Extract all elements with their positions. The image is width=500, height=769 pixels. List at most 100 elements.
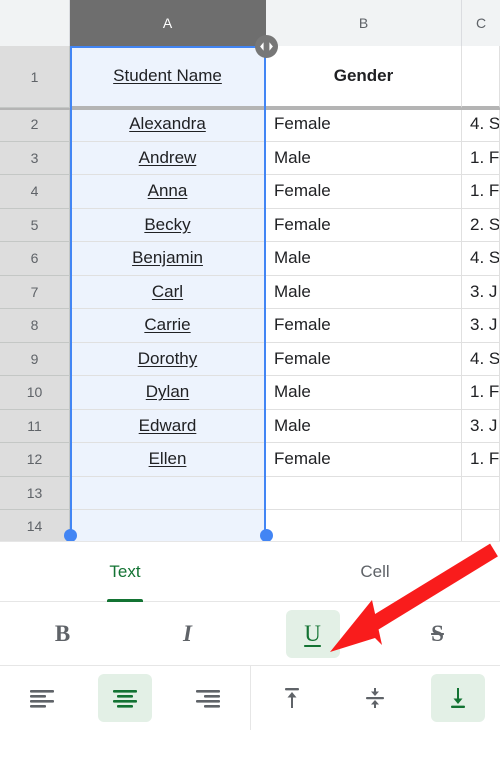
cell-C2[interactable]: 4. S <box>462 108 500 142</box>
cell-text: Male <box>274 248 311 268</box>
cell-A9[interactable]: Dorothy <box>70 342 266 376</box>
align-right-icon <box>195 688 221 708</box>
spreadsheet-grid[interactable]: A B C 1 Student Name Gender 2 Alexandra Femal… <box>0 0 500 541</box>
cell-B13[interactable] <box>266 476 462 510</box>
cell-B5[interactable]: Female <box>266 208 462 242</box>
cell-B12[interactable]: Female <box>266 443 462 477</box>
cell-B8[interactable]: Female <box>266 309 462 343</box>
row-header[interactable]: 12 <box>0 443 70 477</box>
row-header[interactable]: 14 <box>0 510 70 541</box>
align-center-button[interactable] <box>97 674 152 722</box>
cell-A3[interactable]: Andrew <box>70 141 266 175</box>
row-header-label: 7 <box>30 283 39 300</box>
column-header-a[interactable]: A <box>70 0 266 46</box>
align-left-icon <box>29 688 55 708</box>
cell-B1[interactable]: Gender <box>266 46 462 108</box>
row-header-label: 9 <box>30 350 39 367</box>
cell-text: Alexandra <box>129 114 206 134</box>
text-style-row: B I U S <box>0 602 500 666</box>
cell-B9[interactable]: Female <box>266 342 462 376</box>
column-header-band: A B C <box>0 0 500 46</box>
cell-A7[interactable]: Carl <box>70 275 266 309</box>
cell-text: Edward <box>138 415 197 435</box>
cell-B2[interactable]: Female <box>266 108 462 142</box>
selection-handle-right[interactable] <box>260 529 273 541</box>
cell-C7[interactable]: 3. J <box>462 275 500 309</box>
resize-columns-icon[interactable] <box>255 35 278 58</box>
vertical-align-group <box>249 666 500 730</box>
cell-C11[interactable]: 3. J <box>462 409 500 443</box>
cell-C4[interactable]: 1. F <box>462 175 500 209</box>
cell-text: Male <box>274 415 311 435</box>
cell-C3[interactable]: 1. F <box>462 141 500 175</box>
cell-C12[interactable]: 1. F <box>462 443 500 477</box>
strikethrough-button[interactable]: S <box>411 610 465 658</box>
cell-C6[interactable]: 4. S <box>462 242 500 276</box>
align-right-button[interactable] <box>181 674 235 722</box>
cell-B6[interactable]: Male <box>266 242 462 276</box>
italic-button[interactable]: I <box>161 610 215 658</box>
row-header[interactable]: 4 <box>0 175 70 209</box>
bold-button[interactable]: B <box>36 610 90 658</box>
cell-text: Female <box>274 181 331 201</box>
align-middle-button[interactable] <box>348 674 402 722</box>
cell-B10[interactable]: Male <box>266 376 462 410</box>
row-header[interactable]: 9 <box>0 342 70 376</box>
cell-text: Female <box>274 449 331 469</box>
cell-A6[interactable]: Benjamin <box>70 242 266 276</box>
cell-C1[interactable] <box>462 46 500 108</box>
cell-A4[interactable]: Anna <box>70 175 266 209</box>
row-header[interactable]: 6 <box>0 242 70 276</box>
row-header-label: 13 <box>26 484 43 501</box>
row-header-label: 10 <box>26 384 43 401</box>
cell-C8[interactable]: 3. J <box>462 309 500 343</box>
cell-text: Anna <box>147 181 188 201</box>
cell-C13[interactable] <box>462 476 500 510</box>
row-header[interactable]: 7 <box>0 275 70 309</box>
cell-A5[interactable]: Becky <box>70 208 266 242</box>
align-bottom-button[interactable] <box>431 674 486 722</box>
cell-B11[interactable]: Male <box>266 409 462 443</box>
cell-B14[interactable] <box>266 510 462 541</box>
row-header[interactable]: 8 <box>0 309 70 343</box>
row-header[interactable]: 3 <box>0 141 70 175</box>
cell-A11[interactable]: Edward <box>70 409 266 443</box>
cell-text: Male <box>274 281 311 301</box>
row-header-label: 14 <box>26 518 43 535</box>
cell-A10[interactable]: Dylan <box>70 376 266 410</box>
cell-B3[interactable]: Male <box>266 141 462 175</box>
cell-A8[interactable]: Carrie <box>70 309 266 343</box>
cell-text: Dylan <box>145 382 190 402</box>
row-header[interactable]: 1 <box>0 46 70 108</box>
cell-B4[interactable]: Female <box>266 175 462 209</box>
cell-A14[interactable] <box>70 510 266 541</box>
cell-C9[interactable]: 4. S <box>462 342 500 376</box>
spreadsheet-app: A B C 1 Student Name Gender 2 Alexandra Femal… <box>0 0 500 769</box>
tab-cell[interactable]: Cell <box>250 542 500 601</box>
cell-A13[interactable] <box>70 476 266 510</box>
underline-button[interactable]: U <box>285 609 340 658</box>
cell-B7[interactable]: Male <box>266 275 462 309</box>
cell-C14[interactable] <box>462 510 500 541</box>
row-header[interactable]: 10 <box>0 376 70 410</box>
column-header-b[interactable]: B <box>266 0 462 46</box>
row-header[interactable]: 11 <box>0 409 70 443</box>
cell-C10[interactable]: 1. F <box>462 376 500 410</box>
cell-A2[interactable]: Alexandra <box>70 108 266 142</box>
align-top-button[interactable] <box>265 674 319 722</box>
cell-A1[interactable]: Student Name <box>70 46 266 108</box>
cell-C5[interactable]: 2. S <box>462 208 500 242</box>
row-header[interactable]: 5 <box>0 208 70 242</box>
cell-text: 1. F <box>470 147 500 167</box>
align-top-icon <box>281 686 303 710</box>
select-all-corner[interactable] <box>0 0 70 46</box>
format-panel: Text Cell B I U S <box>0 541 500 769</box>
row-header[interactable]: 13 <box>0 476 70 510</box>
tab-text[interactable]: Text <box>0 542 250 601</box>
column-header-c[interactable]: C <box>462 0 500 46</box>
cell-A12[interactable]: Ellen <box>70 443 266 477</box>
cell-text: 1. F <box>470 181 500 201</box>
row-header[interactable]: 2 <box>0 108 70 142</box>
align-left-button[interactable] <box>15 674 69 722</box>
selection-handle-left[interactable] <box>64 529 77 541</box>
